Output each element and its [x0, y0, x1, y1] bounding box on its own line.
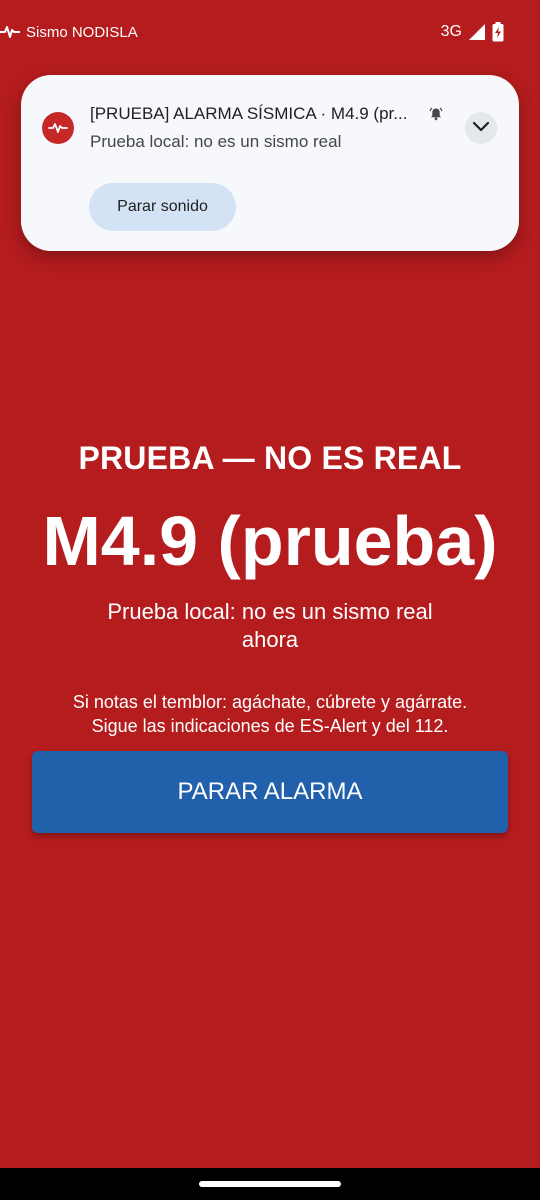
- navigation-bar: [0, 1168, 540, 1200]
- notification-title-row: [PRUEBA] ALARMA SÍSMICA · M4.9 (pr...: [90, 104, 430, 124]
- stop-alarm-button[interactable]: PARAR ALARMA: [32, 751, 508, 833]
- network-type: 3G: [440, 23, 462, 40]
- alarm-magnitude: M4.9 (prueba): [42, 502, 498, 580]
- alarm-description: Prueba local: no es un sismo real ahora: [0, 598, 540, 654]
- alarm-screen: Sismo NODISLA 3G [PRUEBA] ALARMA SÍSMICA…: [0, 0, 540, 1200]
- expand-notification-button[interactable]: [465, 112, 497, 144]
- status-app-name: Sismo NODISLA: [26, 23, 138, 41]
- status-bar-left: Sismo NODISLA: [0, 24, 138, 41]
- alarm-description-line: Prueba local: no es un sismo real: [107, 599, 433, 624]
- battery-charging-icon: [492, 22, 504, 42]
- safety-instruction-line: Si notas el temblor: agáchate, cúbrete y…: [72, 692, 468, 712]
- signal-icon: [468, 23, 486, 41]
- alarm-time: ahora: [241, 627, 299, 652]
- heads-up-notification[interactable]: [PRUEBA] ALARMA SÍSMICA · M4.9 (pr... Pr…: [21, 75, 519, 251]
- home-gesture-handle[interactable]: [199, 1181, 341, 1187]
- notification-text: Prueba local: no es un sismo real: [90, 132, 342, 151]
- stop-sound-button[interactable]: Parar sonido: [89, 183, 236, 231]
- status-bar-right: 3G: [441, 22, 504, 42]
- alarm-bell-icon: [429, 107, 443, 126]
- safety-instruction-line: Sigue las indicaciones de ES-Alert y del…: [91, 716, 449, 736]
- seismic-app-icon: [42, 112, 74, 144]
- chevron-down-icon: [472, 119, 490, 137]
- seismic-pulse-icon: [0, 24, 20, 40]
- notification-title: [PRUEBA] ALARMA SÍSMICA · M4.9 (pr...: [90, 104, 408, 123]
- status-bar: Sismo NODISLA 3G: [0, 0, 540, 64]
- alarm-heading: PRUEBA — NO ES REAL: [78, 440, 462, 476]
- safety-instructions: Si notas el temblor: agáchate, cúbrete y…: [0, 690, 540, 738]
